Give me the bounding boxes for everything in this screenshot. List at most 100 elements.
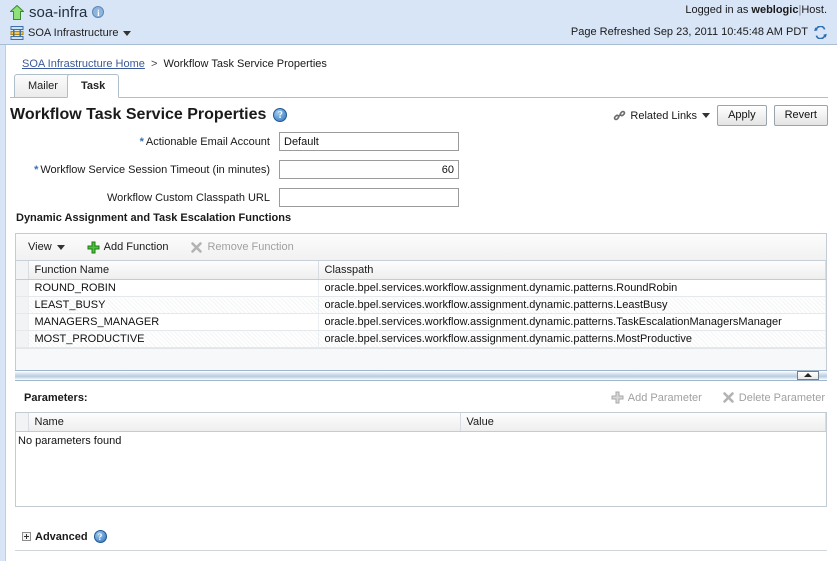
parameters-table-header-row: Name Value	[16, 413, 826, 432]
parameters-heading: Parameters:	[24, 392, 88, 404]
related-links-menu[interactable]: Related Links	[613, 109, 711, 122]
page-refreshed-text: Page Refreshed Sep 23, 2011 10:45:48 AM …	[570, 26, 808, 38]
remove-function-button[interactable]: Remove Function	[190, 241, 294, 254]
chevron-down-icon	[56, 244, 65, 250]
advanced-section-toggle[interactable]: Advanced ?	[22, 530, 107, 543]
row-select-cell[interactable]	[16, 330, 29, 348]
row-select-header	[16, 261, 29, 280]
breadcrumb-current: Workflow Task Service Properties	[163, 58, 327, 70]
x-cross-icon	[722, 391, 735, 404]
parameters-panel: Name Value No parameters found	[15, 412, 827, 507]
host-link[interactable]: Host	[801, 4, 824, 16]
table-row[interactable]: ROUND_ROBIN oracle.bpel.services.workflo…	[16, 279, 826, 297]
banner-left-group: soa-infra i SOA Infrastructure	[9, 2, 132, 43]
functions-table-header-row: Function Name Classpath	[16, 261, 826, 280]
revert-button[interactable]: Revert	[773, 105, 828, 126]
home-up-arrow-icon[interactable]	[9, 4, 25, 20]
table-row[interactable]: LEAST_BUSY oracle.bpel.services.workflow…	[16, 296, 826, 314]
table-row[interactable]: MANAGERS_MANAGER oracle.bpel.services.wo…	[16, 313, 826, 331]
help-question-icon[interactable]: ?	[93, 530, 107, 543]
add-function-label: Add Function	[103, 241, 169, 253]
help-question-icon[interactable]: ?	[273, 108, 288, 122]
label-custom-classpath-url: Workflow Custom Classpath URL	[0, 192, 279, 204]
custom-classpath-url-input[interactable]	[279, 188, 459, 207]
field-row-custom-classpath-url: Workflow Custom Classpath URL	[0, 186, 837, 209]
page-refreshed-row: Page Refreshed Sep 23, 2011 10:45:48 AM …	[571, 24, 827, 40]
related-links-label: Related Links	[630, 109, 698, 122]
column-header-classpath[interactable]: Classpath	[318, 261, 826, 280]
row-select-cell[interactable]	[16, 279, 29, 297]
info-icon[interactable]: i	[92, 6, 105, 18]
properties-form: *Actionable Email Account *Workflow Serv…	[0, 130, 837, 214]
add-parameter-label: Add Parameter	[627, 391, 702, 404]
cell-classpath: oracle.bpel.services.workflow.assignment…	[318, 296, 826, 314]
row-select-cell[interactable]	[16, 313, 29, 331]
functions-toolbar: View Add Function Remove Function	[16, 234, 826, 261]
parameters-actions: Add Parameter Delete Parameter	[611, 391, 825, 404]
host-suffix: .	[823, 4, 827, 16]
soa-infrastructure-menu[interactable]: SOA Infrastructure	[10, 23, 132, 43]
panel-splitter[interactable]	[15, 370, 827, 381]
refresh-icon[interactable]	[814, 25, 827, 39]
cell-classpath: oracle.bpel.services.workflow.assignment…	[318, 279, 826, 297]
delete-parameter-label: Delete Parameter	[738, 391, 825, 404]
label-text: Workflow Custom Classpath URL	[106, 191, 270, 204]
column-header-value[interactable]: Value	[460, 413, 826, 432]
soa-infrastructure-label: SOA Infrastructure	[28, 27, 119, 39]
splitter-collapse-button[interactable]	[797, 371, 819, 380]
row-select-cell[interactable]	[16, 296, 29, 314]
functions-table-body: ROUND_ROBIN oracle.bpel.services.workflo…	[16, 279, 826, 348]
tab-mailer[interactable]: Mailer	[14, 74, 72, 97]
view-menu[interactable]: View	[28, 241, 65, 253]
cell-function-name: ROUND_ROBIN	[28, 279, 319, 297]
breadcrumb: SOA Infrastructure Home > Workflow Task …	[22, 58, 327, 70]
table-row[interactable]: MOST_PRODUCTIVE oracle.bpel.services.wor…	[16, 330, 826, 348]
actionable-email-account-input[interactable]	[279, 132, 459, 151]
required-indicator: *	[34, 163, 39, 176]
column-header-name[interactable]: Name	[28, 413, 461, 432]
cell-classpath: oracle.bpel.services.workflow.assignment…	[318, 313, 826, 331]
parameters-table: Name Value	[16, 413, 826, 432]
label-text: Actionable Email Account	[145, 135, 270, 148]
tab-task[interactable]: Task	[67, 74, 120, 98]
plus-icon	[611, 391, 624, 404]
row-select-header	[16, 413, 29, 432]
page-actions: Related Links Apply Revert	[613, 105, 828, 126]
delete-parameter-button[interactable]: Delete Parameter	[722, 391, 825, 404]
tab-bar: Mailer Task	[10, 74, 828, 98]
cell-classpath: oracle.bpel.services.workflow.assignment…	[318, 330, 826, 348]
x-cross-icon	[190, 241, 203, 254]
add-function-button[interactable]: Add Function	[87, 241, 169, 254]
add-parameter-button[interactable]: Add Parameter	[611, 391, 702, 404]
remove-function-label: Remove Function	[207, 241, 294, 253]
plus-icon	[87, 241, 100, 254]
advanced-label: Advanced	[35, 530, 88, 543]
functions-section-heading: Dynamic Assignment and Task Escalation F…	[16, 212, 292, 224]
view-menu-label: View	[28, 241, 52, 253]
parameters-empty-message: No parameters found	[18, 435, 122, 447]
breadcrumb-separator: >	[150, 58, 158, 70]
expand-plus-box-icon	[22, 532, 31, 541]
label-actionable-email-account: * Actionable Email Account	[0, 136, 279, 148]
session-timeout-input[interactable]	[279, 160, 459, 179]
page-app-title: soa-infra	[29, 3, 88, 21]
required-indicator: *	[139, 135, 144, 148]
left-edge-strip	[0, 0, 6, 561]
field-row-session-timeout: * Workflow Service Session Timeout (in mi…	[0, 158, 837, 181]
collapse-up-arrow-icon	[804, 373, 812, 377]
page-title-text: Workflow Task Service Properties	[10, 106, 267, 123]
app-title-row: soa-infra i	[9, 2, 131, 22]
cell-function-name: LEAST_BUSY	[28, 296, 319, 314]
advanced-divider	[15, 550, 827, 551]
page-root: soa-infra i SOA Infrastructure Logged in…	[0, 0, 837, 561]
apply-button[interactable]: Apply	[717, 105, 767, 126]
logged-in-prefix: Logged in as	[685, 4, 749, 16]
chevron-down-icon	[702, 113, 711, 118]
label-session-timeout: * Workflow Service Session Timeout (in mi…	[0, 164, 279, 176]
column-header-function-name[interactable]: Function Name	[28, 261, 319, 280]
label-text: Workflow Service Session Timeout (in min…	[40, 163, 270, 176]
breadcrumb-home-link[interactable]: SOA Infrastructure Home	[22, 58, 145, 70]
functions-table: Function Name Classpath ROUND_ROBIN orac…	[16, 261, 826, 348]
field-row-actionable-email-account: * Actionable Email Account	[0, 130, 837, 153]
chevron-down-icon	[123, 30, 132, 36]
